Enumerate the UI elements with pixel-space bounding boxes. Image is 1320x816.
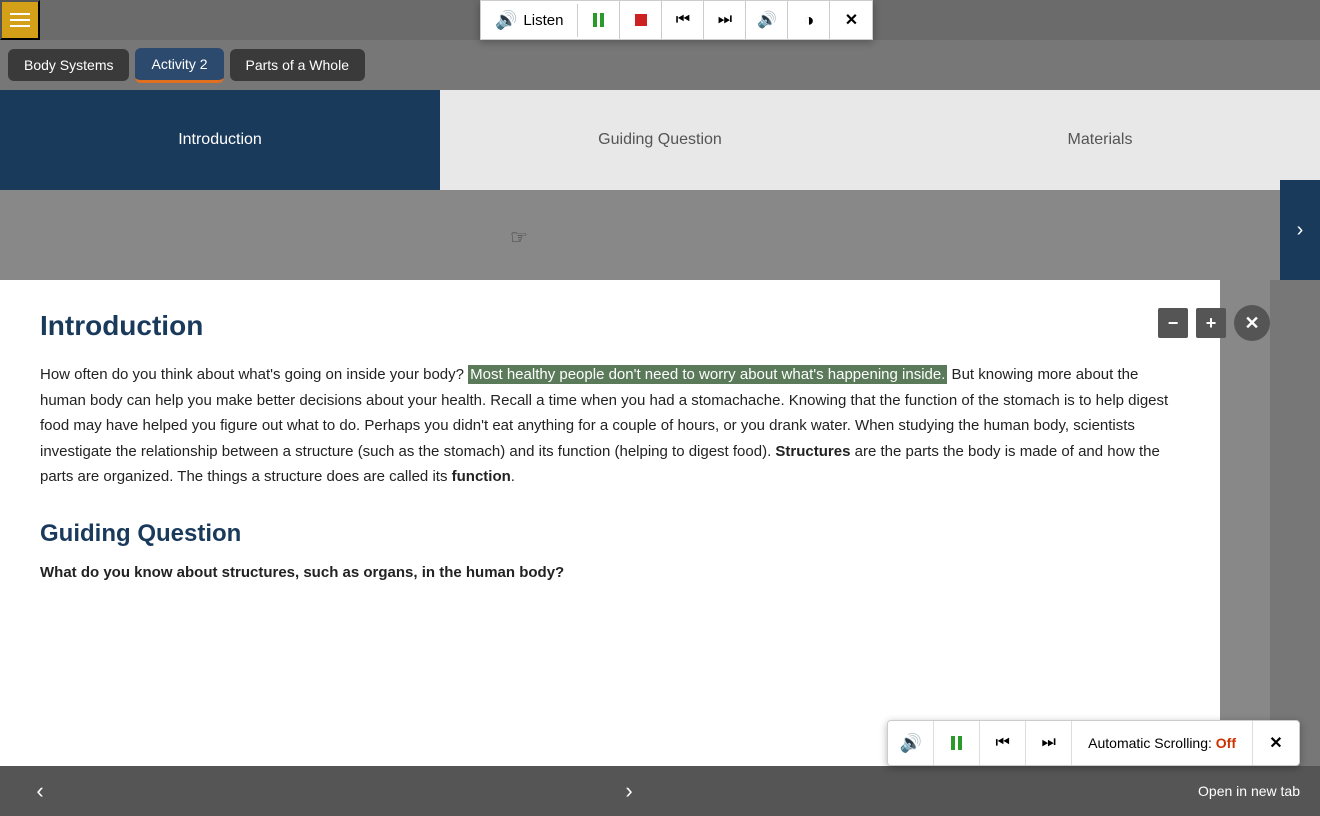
paragraph-1-highlight: Most healthy people don't need to worry … [468,365,947,384]
volume-icon: 🔊 [757,10,777,30]
guiding-question-heading: Guiding Question [40,520,1180,548]
paragraph-1-highlight-underline: happening inside [828,366,941,383]
auto-scroll-label: Automatic Scrolling: [1088,735,1212,751]
toolbar-contrast-button[interactable]: ◑ [788,1,830,39]
paragraph-1-bold-function: function [452,468,511,485]
tab-activity-2[interactable]: Activity 2 [135,48,223,83]
close-zoom-button[interactable]: ✕ [1234,305,1270,341]
listen-toolbar: 🔊 Listen ⏮ ⏭ 🔊 ◑ ✕ [480,0,873,40]
section-tabs: Introduction Guiding Question Materials [0,90,1320,190]
content-title: Introduction [40,310,1180,342]
section-tab-introduction-label: Introduction [178,131,262,149]
close-zoom-icon: ✕ [1244,313,1259,334]
next-nav-button[interactable]: › [609,771,649,811]
content-area: Introduction Guiding Question Materials … [0,90,1320,766]
paragraph-1-before-highlight: How often do you think about what's goin… [40,366,468,383]
zoom-controls: − + ✕ [1158,305,1270,341]
section-tab-materials-label: Materials [1068,131,1133,149]
bottom-nav: ‹ › Open in new tab [0,766,1320,816]
prev-nav-button[interactable]: ‹ [20,771,60,811]
toolbar-controls: ⏮ ⏭ 🔊 ◑ ✕ [578,1,872,39]
auto-scroll-status: Off [1216,735,1236,751]
audio-rewind-icon: ⏮ [995,734,1009,752]
fastforward-icon: ⏭ [718,11,732,29]
section-tab-guiding-question-label: Guiding Question [598,131,722,149]
section-tab-introduction-indicator [0,186,440,190]
listen-button[interactable]: 🔊 Listen [481,4,578,37]
audio-fastforward-icon: ⏭ [1041,734,1055,752]
play-pause-icon [593,13,604,27]
audio-pause-icon [951,736,962,750]
next-arrow-icon: › [625,778,632,804]
tab-parts-of-a-whole[interactable]: Parts of a Whole [230,49,366,81]
content-paragraph-1: How often do you think about what's goin… [40,362,1180,490]
audio-rewind-button[interactable]: ⏮ [980,721,1026,765]
section-tab-guiding-question[interactable]: Guiding Question [440,90,880,190]
minus-icon: − [1168,313,1179,334]
toolbar-stop-button[interactable] [620,1,662,39]
tab-body-systems[interactable]: Body Systems [8,49,129,81]
audio-close-button[interactable]: ✕ [1253,721,1299,765]
speaker-icon: 🔊 [495,10,517,31]
hamburger-button[interactable] [0,0,40,40]
listen-label: Listen [523,12,563,29]
audio-volume-button[interactable]: 🔊 [888,721,934,765]
next-section-arrow[interactable]: › [1280,180,1320,280]
auto-scroll-button[interactable]: Automatic Scrolling: Off [1072,721,1253,765]
right-scrollbar[interactable] [1270,280,1320,766]
paragraph-1-bold-structures: Structures [775,443,850,460]
open-new-tab-button[interactable]: Open in new tab [1198,783,1300,799]
zoom-in-button[interactable]: + [1196,308,1226,338]
tabs-row: Body Systems Activity 2 Parts of a Whole [0,40,1320,90]
rewind-icon: ⏮ [676,11,690,29]
audio-volume-icon: 🔊 [899,733,921,754]
toolbar-rewind-button[interactable]: ⏮ [662,1,704,39]
open-new-tab-label: Open in new tab [1198,783,1300,799]
contrast-icon: ◑ [804,10,815,31]
toolbar-volume-button[interactable]: 🔊 [746,1,788,39]
toolbar-play-pause-button[interactable] [578,1,620,39]
paragraph-1-end: . [511,468,515,485]
section-tab-materials[interactable]: Materials [880,90,1320,190]
toolbar-fastforward-button[interactable]: ⏭ [704,1,746,39]
stop-icon [635,14,647,26]
zoom-out-button[interactable]: − [1158,308,1188,338]
guiding-question-text: What do you know about structures, such … [40,564,1180,581]
chevron-right-icon: › [1297,219,1304,242]
main-content: Introduction How often do you think abou… [0,280,1220,766]
section-tab-introduction[interactable]: Introduction [0,90,440,190]
audio-fastforward-button[interactable]: ⏭ [1026,721,1072,765]
plus-icon: + [1206,313,1217,334]
hamburger-icon [10,13,30,27]
close-icon: ✕ [845,10,858,30]
audio-pause-button[interactable] [934,721,980,765]
audio-close-icon: ✕ [1269,733,1282,753]
prev-arrow-icon: ‹ [36,778,43,804]
toolbar-close-button[interactable]: ✕ [830,1,872,39]
bottom-audio-bar: 🔊 ⏮ ⏭ Automatic Scrolling: Off ✕ [887,720,1300,766]
